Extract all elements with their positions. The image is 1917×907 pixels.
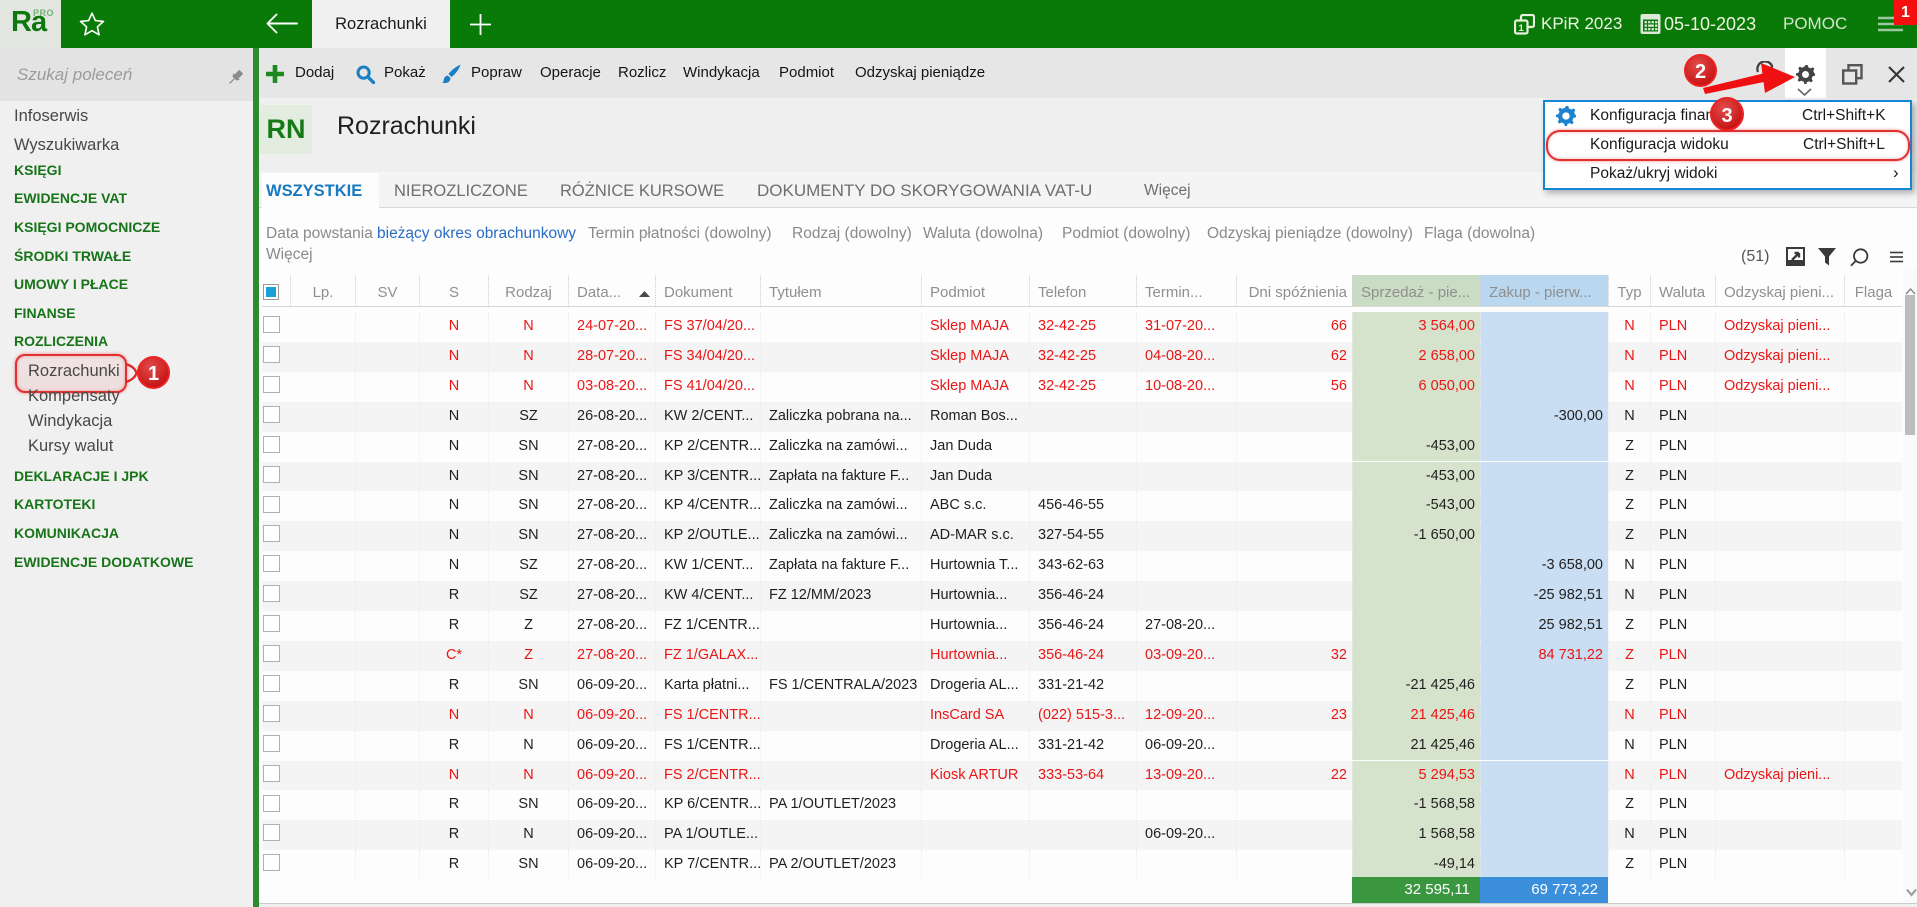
svg-text:1: 1 xyxy=(1519,23,1525,34)
